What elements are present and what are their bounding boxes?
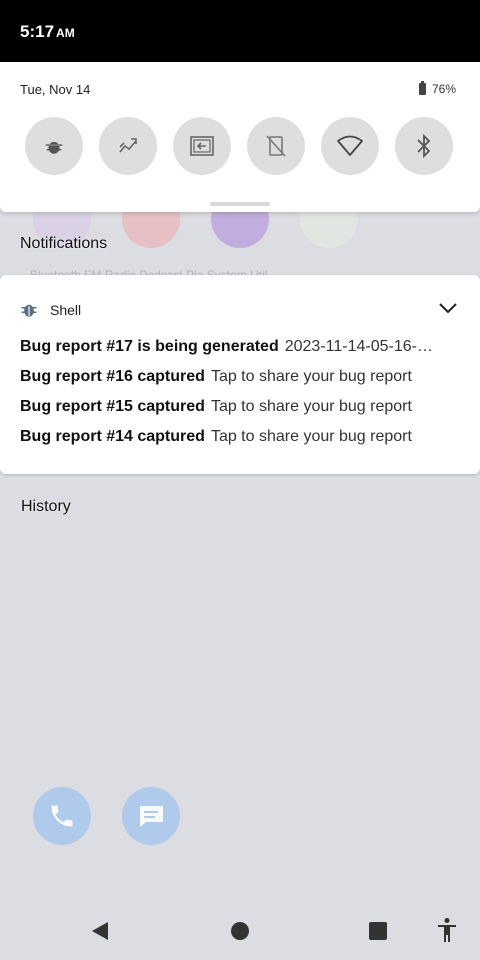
- tile-auto-rotate[interactable]: [247, 117, 305, 175]
- screen-cast-icon: [190, 136, 214, 156]
- tile-wifi[interactable]: [321, 117, 379, 175]
- dock-messages: [122, 787, 180, 845]
- notification-text: Tap to share your bug report: [210, 398, 412, 415]
- tile-screen-cast[interactable]: [173, 117, 231, 175]
- battery-icon: [418, 81, 426, 95]
- wifi-icon: [337, 135, 363, 156]
- notification-title: Bug report #16 captured: [20, 368, 205, 385]
- notification-item[interactable]: Bug report #15 captured Tap to share your…: [20, 398, 460, 416]
- tile-bug-report[interactable]: [25, 117, 83, 175]
- accessibility-button[interactable]: [436, 917, 458, 948]
- bluetooth-icon: [417, 133, 431, 159]
- notification-title: Bug report #17 is being generated: [20, 338, 279, 355]
- chevron-down-icon: [439, 303, 457, 314]
- expand-button[interactable]: [438, 301, 458, 320]
- status-bar: 5:17 AM: [0, 0, 480, 62]
- qs-date: Tue, Nov 14: [20, 82, 91, 97]
- clock: 5:17 AM: [20, 22, 75, 42]
- history-button[interactable]: History: [21, 498, 71, 516]
- notification-text: 2023-11-14-05-16-…: [284, 338, 433, 355]
- notification-item[interactable]: Bug report #17 is being generated 2023-11…: [20, 338, 460, 356]
- sync-icon: [119, 138, 137, 153]
- messages-icon: [139, 806, 163, 827]
- tile-sync[interactable]: [99, 117, 157, 175]
- dock-phone: [33, 787, 91, 845]
- rotation-off-icon: [266, 135, 286, 157]
- battery-level: 76%: [431, 82, 456, 96]
- home-icon: [231, 922, 249, 940]
- clock-ampm: AM: [56, 26, 75, 40]
- notification-text: Tap to share your bug report: [210, 428, 412, 445]
- notification-title: Bug report #15 captured: [20, 398, 205, 415]
- bug-icon: [21, 304, 37, 317]
- navigation-bar: [0, 900, 480, 960]
- notification-app-name: Shell: [50, 302, 82, 318]
- home-button[interactable]: [230, 921, 250, 946]
- notification-text: Tap to share your bug report: [210, 368, 412, 385]
- tile-bluetooth[interactable]: [395, 117, 453, 175]
- notification-app-header: Shell: [20, 301, 81, 319]
- notification-card-shell[interactable]: Shell Bug report #17 is being generated 2…: [0, 275, 480, 474]
- notifications-header: Notifications: [20, 235, 108, 252]
- quick-settings-panel: Tue, Nov 14 76%: [0, 62, 480, 212]
- accessibility-icon: [438, 918, 456, 942]
- clock-time: 5:17: [20, 22, 55, 41]
- back-button[interactable]: [90, 920, 110, 947]
- qs-drag-handle[interactable]: [210, 202, 270, 206]
- overview-icon: [369, 922, 387, 940]
- notification-title: Bug report #14 captured: [20, 428, 205, 445]
- phone-icon: [51, 805, 73, 827]
- qs-battery: 76%: [418, 81, 456, 96]
- overview-button[interactable]: [368, 921, 388, 946]
- notification-item[interactable]: Bug report #14 captured Tap to share your…: [20, 428, 460, 446]
- bug-report-icon: [45, 141, 63, 154]
- back-icon: [92, 922, 108, 940]
- notification-item[interactable]: Bug report #16 captured Tap to share your…: [20, 368, 460, 386]
